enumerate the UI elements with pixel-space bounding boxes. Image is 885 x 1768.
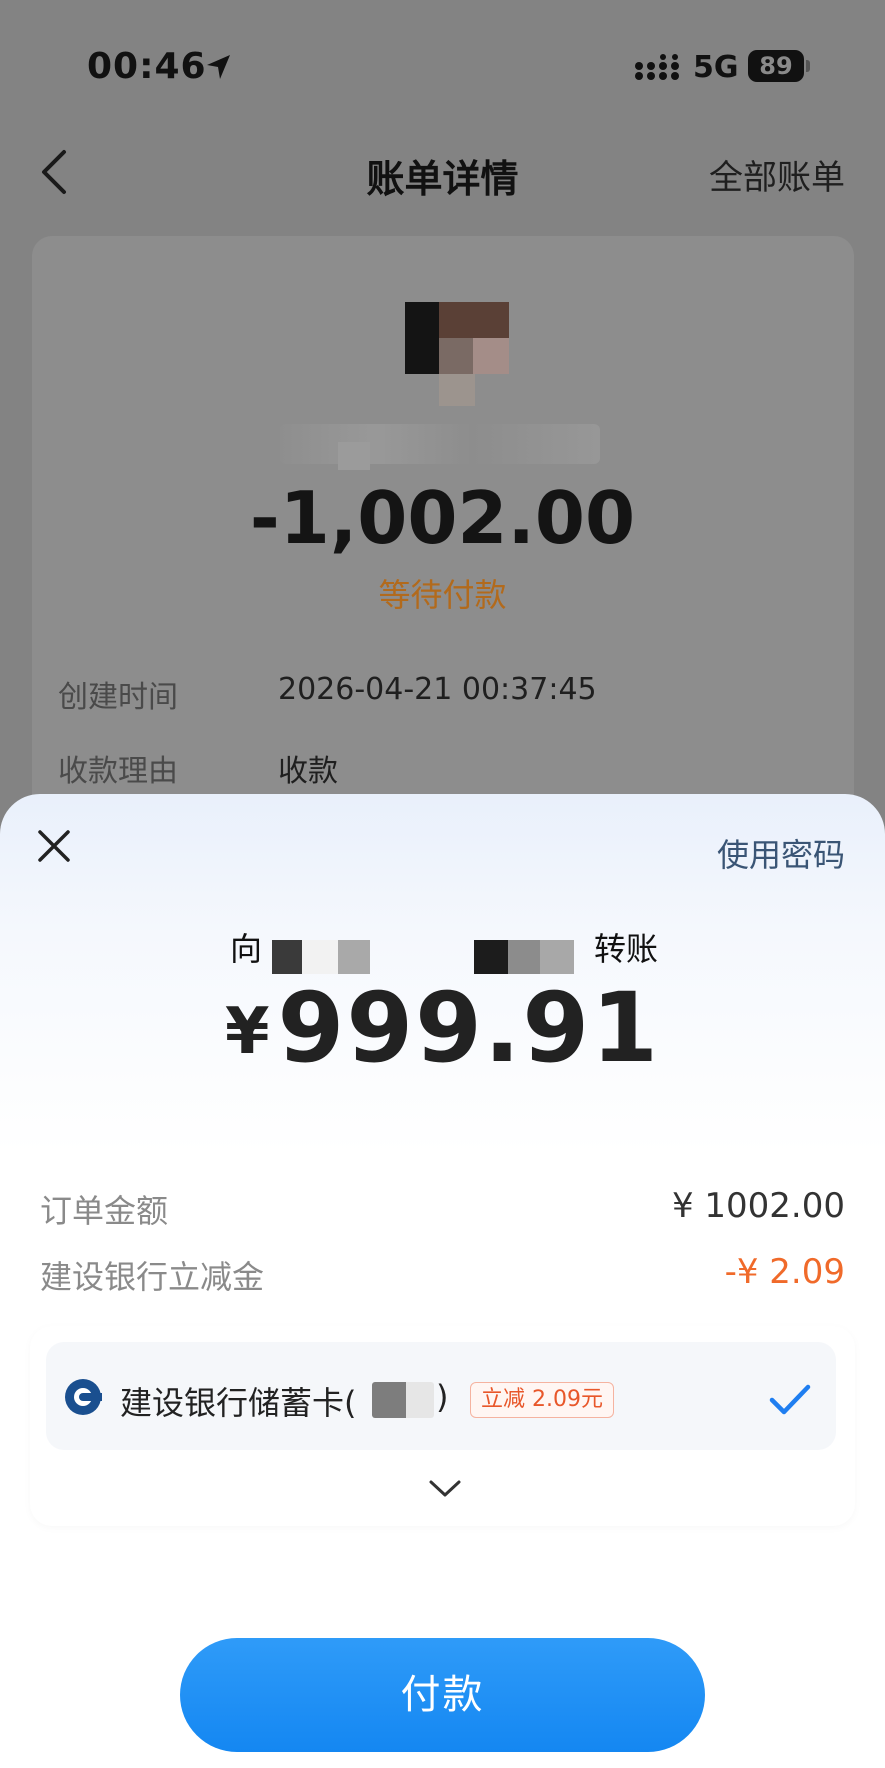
- payee-redacted-block: [338, 940, 370, 974]
- use-password-link[interactable]: 使用密码: [717, 830, 845, 876]
- payee-name-redacted-block: [338, 442, 370, 470]
- promo-badge: 立减 2.09元: [470, 1382, 614, 1418]
- created-time-value: 2026-04-21 00:37:45: [278, 672, 597, 707]
- created-time-label: 创建时间: [58, 680, 178, 715]
- chevron-down-icon[interactable]: [428, 1478, 462, 1500]
- card-name: 建设银行储蓄卡(: [120, 1384, 357, 1422]
- order-amount-label: 订单金额: [40, 1192, 169, 1230]
- bill-amount: -1,002.00: [249, 476, 636, 560]
- status-time: 00:46: [87, 46, 207, 87]
- payee-redacted-block: [272, 940, 302, 974]
- payment-reason-value: 收款: [278, 754, 338, 789]
- payment-amount-value: 999.91: [277, 972, 660, 1084]
- discount-value: -¥ 2.09: [724, 1252, 845, 1292]
- all-bills-link[interactable]: 全部账单: [709, 150, 845, 199]
- signal-icon: [635, 54, 679, 80]
- payment-amount: ¥999.91: [0, 972, 885, 1084]
- card-name-close: ): [436, 1378, 449, 1416]
- pay-button[interactable]: 付款: [180, 1638, 705, 1752]
- bill-status: 等待付款: [378, 576, 507, 614]
- checkmark-icon: [769, 1384, 811, 1415]
- status-bar: 00:46 5G 89: [0, 0, 885, 130]
- close-icon[interactable]: [36, 828, 72, 864]
- discount-label: 建设银行立减金: [40, 1258, 265, 1296]
- card-number-redacted: [372, 1382, 434, 1418]
- payee-redacted-block: [540, 940, 574, 974]
- payee-redacted-block: [302, 940, 338, 974]
- ccb-logo-icon: [65, 1379, 102, 1415]
- network-type: 5G: [693, 50, 739, 85]
- transfer-prefix: 向: [230, 930, 263, 968]
- battery-nub: [806, 60, 810, 72]
- payee-name-redacted: [280, 424, 600, 464]
- payee-redacted-block: [474, 940, 508, 974]
- transfer-suffix: 转账: [594, 930, 659, 968]
- battery-icon: 89: [748, 50, 804, 82]
- payment-reason-label: 收款理由: [58, 754, 178, 789]
- payee-avatar: [405, 302, 509, 406]
- currency-symbol: ¥: [225, 995, 272, 1069]
- order-amount-value: ¥ 1002.00: [671, 1186, 845, 1226]
- location-arrow-icon: [207, 55, 230, 79]
- payee-redacted-block: [508, 940, 540, 974]
